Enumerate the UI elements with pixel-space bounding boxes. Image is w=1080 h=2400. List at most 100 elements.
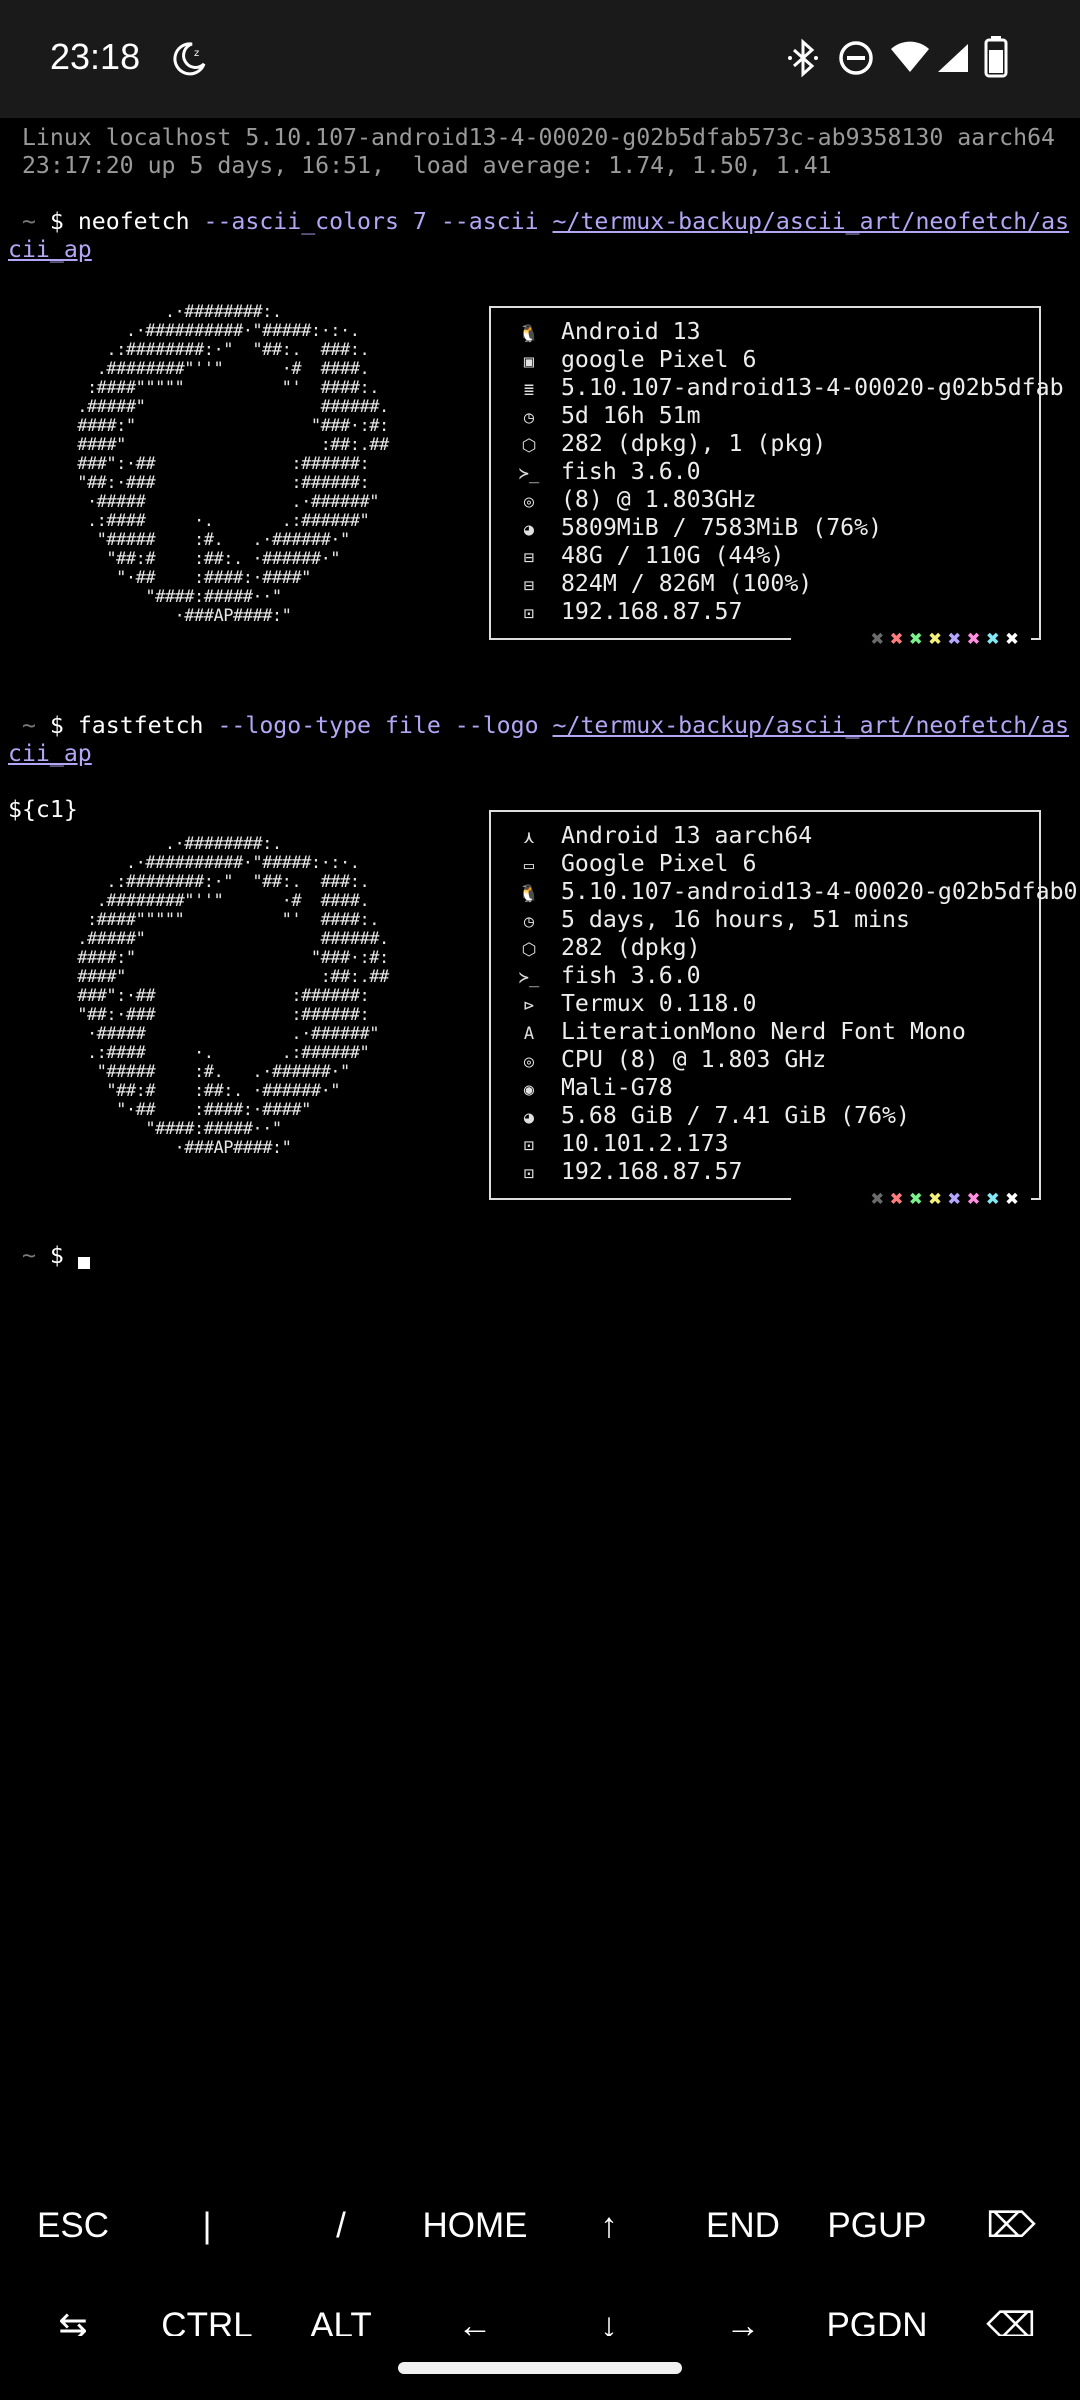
command-line-neofetch: ~ $ neofetch --ascii_colors 7 --ascii ~/… <box>8 208 1069 236</box>
key-2[interactable]: / <box>274 2186 408 2266</box>
command-args: --logo-type file --logo <box>217 712 539 739</box>
prompt-dollar: $ <box>49 1242 64 1269</box>
info-row: ⊟ 824M / 826M (100%) <box>511 570 812 600</box>
motd-line: Linux localhost 5.10.107-android13-4-000… <box>8 124 1056 151</box>
prompt-dollar: $ <box>49 712 64 739</box>
info-row: ◕ 5809MiB / 7583MiB (76%) <box>511 514 882 544</box>
key-6[interactable]: PGUP <box>810 2186 944 2266</box>
linux-icon: 🐧 <box>518 324 540 344</box>
prompt-tilde: ~ <box>21 712 36 739</box>
info-value: Mali-G78 <box>560 1074 673 1101</box>
info-value: 192.168.87.57 <box>560 598 743 625</box>
command-path[interactable]: ~/termux-backup/ascii_art/neofetch/as <box>553 712 1070 739</box>
color-swatch: ✖ <box>871 1187 891 1212</box>
info-value: Android 13 aarch64 <box>560 822 813 849</box>
info-value: 5d 16h 51m <box>560 402 701 429</box>
color-swatch: ✖ <box>986 1187 1006 1212</box>
svg-text:z: z <box>194 48 199 59</box>
info-row: ◉ Mali-G78 <box>511 1074 673 1104</box>
key-7[interactable]: ⌦ <box>944 2186 1078 2266</box>
info-row: ◎ CPU (8) @ 1.803 GHz <box>511 1046 826 1076</box>
key-5[interactable]: END <box>676 2186 810 2266</box>
prompt-dollar: $ <box>49 208 64 235</box>
info-value: 5.10.107-android13-4-00020-g02b5dfab <box>560 374 1064 401</box>
color-swatch: ✖ <box>928 627 948 652</box>
command-path[interactable]: ~/termux-backup/ascii_art/neofetch/as <box>553 208 1070 235</box>
info-value: CPU (8) @ 1.803 GHz <box>560 1046 827 1073</box>
command-path[interactable]: cii_ap <box>8 740 92 767</box>
info-value: (8) @ 1.803GHz <box>560 486 757 513</box>
terminal-view[interactable]: Linux localhost 5.10.107-android13-4-000… <box>0 118 1080 2158</box>
ascii-logo-aperture: .·########:. .·##########·"#####:·:·. .:… <box>77 302 389 626</box>
key-1[interactable]: | <box>140 2186 274 2266</box>
battery-icon <box>984 36 1008 78</box>
info-row: ⬡ 282 (dpkg) <box>511 934 701 964</box>
color-swatch: ✖ <box>890 1187 910 1212</box>
info-value: 5 days, 16 hours, 51 mins <box>560 906 910 933</box>
color-swatch: ✖ <box>1005 627 1025 652</box>
command-name: fastfetch <box>77 712 204 739</box>
key-0[interactable]: ESC <box>6 2186 140 2266</box>
command-path-wrap: cii_ap <box>8 740 92 768</box>
terminal-app-icon: ⊳ <box>523 996 535 1016</box>
prompt-tilde: ~ <box>21 1242 36 1269</box>
command-line-prompt[interactable]: ~ $ <box>8 1242 90 1270</box>
color-swatch: ✖ <box>909 627 929 652</box>
info-row: ⊡ 192.168.87.57 <box>511 598 743 628</box>
info-value: 282 (dpkg) <box>560 934 701 961</box>
color-swatch: ✖ <box>1005 1187 1025 1212</box>
info-row: ◎ (8) @ 1.803GHz <box>511 486 757 516</box>
logo-label: AP <box>213 606 234 626</box>
extra-keys-bar: ESC | / HOME ↑ END PGUP ⌦ ⇆ CTRL ALT ← ↓ → PGDN ⌫ <box>0 2140 1080 2345</box>
text-cursor <box>77 1257 90 1269</box>
host-icon: ▭ <box>523 856 535 876</box>
clock-icon: ◷ <box>523 912 535 932</box>
font-icon: A <box>523 1024 535 1044</box>
moon-icon: z <box>170 40 208 78</box>
color-swatch: ✖ <box>948 627 968 652</box>
info-row: ⬡ 282 (dpkg), 1 (pkg) <box>511 430 827 460</box>
terminal-icon: ≻_ <box>518 464 540 484</box>
ascii-logo-aperture: .·########:. .·##########·"#####:·:·. .:… <box>77 834 389 1158</box>
color-swatch: ✖ <box>871 627 891 652</box>
info-row: ▣ google Pixel 6 <box>511 346 757 376</box>
cpu-icon: ◎ <box>523 492 535 512</box>
package-icon: ⬡ <box>521 940 537 960</box>
motd-line: 23:17:20 up 5 days, 16:51, load average:… <box>8 152 832 179</box>
info-value: Termux 0.118.0 <box>560 990 757 1017</box>
dnd-icon <box>838 40 874 76</box>
status-clock: 23:18 <box>50 36 141 77</box>
info-value: 192.168.87.57 <box>560 1158 743 1185</box>
info-value: Android 13 <box>560 318 701 345</box>
info-value: 48G / 110G (44%) <box>560 542 785 569</box>
info-row: ≣ 5.10.107-android13-4-00020-g02b5dfab <box>511 374 1064 404</box>
info-value: fish 3.6.0 <box>560 458 701 485</box>
info-row: ⊡ 10.101.2.173 <box>511 1130 729 1160</box>
status-bar: 23:18 z <box>0 0 1080 118</box>
c1-literal: ${c1} <box>8 796 78 823</box>
color-swatch: ✖ <box>967 1187 987 1212</box>
info-value: 10.101.2.173 <box>560 1130 729 1157</box>
color-swatches: ✖✖✖✖✖✖✖✖ <box>871 626 1025 654</box>
disk-icon: ⊟ <box>523 548 535 568</box>
gpu-icon: ◉ <box>523 1080 535 1100</box>
prompt-tilde: ~ <box>21 208 36 235</box>
key-4[interactable]: ↑ <box>542 2186 676 2266</box>
neofetch-info-box: 🐧 Android 13 ▣ google Pixel 6 ≣ 5.10.107-a… <box>489 306 1064 652</box>
logo-label: AP <box>213 1138 234 1158</box>
network-icon: ⊡ <box>523 604 535 624</box>
info-row: A LiterationMono Nerd Font Mono <box>511 1018 966 1048</box>
linux-icon: 🐧 <box>518 884 540 904</box>
bluetooth-icon <box>786 38 820 78</box>
kernel-icon: ≣ <box>523 380 535 400</box>
terminal-icon: ≻_ <box>518 968 540 988</box>
info-row: ◷ 5d 16h 51m <box>511 402 701 432</box>
command-args: --ascii_colors 7 --ascii <box>203 208 539 235</box>
home-gesture-handle[interactable] <box>398 2362 682 2374</box>
info-value: 5.10.107-android13-4-00020-g02b5dfab0 <box>560 878 1078 905</box>
key-3[interactable]: HOME <box>408 2186 542 2266</box>
phone-icon: ▣ <box>523 352 535 372</box>
info-row: 🐧 Android 13 <box>511 318 701 348</box>
command-path[interactable]: cii_ap <box>8 236 92 263</box>
color-swatch: ✖ <box>890 627 910 652</box>
